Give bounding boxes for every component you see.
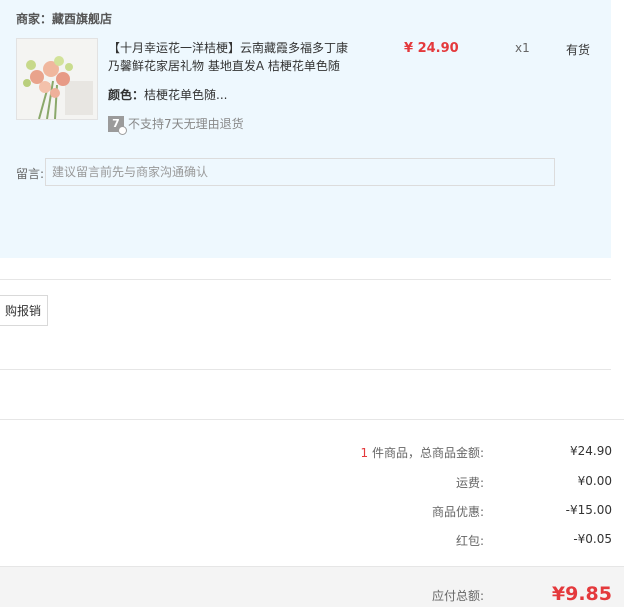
goods-total-label: 1 件商品，总商品金额:	[361, 444, 485, 461]
divider-1	[0, 279, 611, 280]
product-title[interactable]: 【十月幸运花一洋桔梗】云南藏霞多福多丁康乃馨鲜花家居礼物 基地直发A 桔梗花单色…	[108, 39, 358, 75]
product-price: ¥ 24.90	[404, 41, 459, 56]
redpacket-row: 红包: -¥0.05	[312, 532, 612, 550]
product-spec: 颜色：桔梗花单色随...	[108, 86, 227, 103]
return-policy: 7 不支持7天无理由退货	[108, 115, 244, 135]
discount-row: 商品优惠: -¥15.00	[312, 503, 612, 521]
no-return-badge-icon	[118, 125, 127, 135]
product-thumbnail[interactable]	[16, 38, 98, 120]
flower-image-icon	[17, 39, 97, 119]
discount-label: 商品优惠:	[431, 505, 484, 519]
product-quantity: x1	[515, 41, 530, 55]
message-label: 留言:	[16, 167, 45, 181]
payable-label: 应付总额:	[431, 589, 484, 603]
divider-3	[0, 419, 624, 420]
spec-key: 颜色：	[108, 88, 145, 102]
stock-status: 有货	[566, 43, 591, 57]
divider-2	[0, 369, 611, 370]
shipping-value: ¥0.00	[577, 474, 612, 488]
return-policy-text: 不支持7天无理由退货	[128, 117, 244, 131]
message-input[interactable]	[45, 158, 555, 186]
goods-total-value: ¥24.90	[570, 444, 612, 458]
order-panel: 商家：藏酉旗舰店 【十月幸运花一洋桔梗】云南藏霞多福多丁康乃馨鲜花家居礼物 基地…	[0, 0, 611, 258]
payable-value: ¥9.85	[551, 583, 612, 605]
item-count-suffix: 件商品，总商品金额:	[368, 446, 484, 460]
spec-value: 桔梗花单色随...	[144, 88, 228, 102]
redpacket-label: 红包:	[455, 534, 484, 548]
shipping-row: 运费: ¥0.00	[312, 474, 612, 492]
goods-total-row: 1 件商品，总商品金额: ¥24.90	[312, 444, 613, 462]
payable-total-bar: 应付总额: ¥9.85	[0, 566, 624, 607]
discount-value: -¥15.00	[565, 503, 612, 517]
shipping-label: 运费:	[455, 476, 484, 490]
item-count: 1	[360, 446, 369, 460]
redpacket-value: -¥0.05	[573, 532, 612, 546]
no-return-icon: 7	[108, 115, 127, 135]
reimburse-button[interactable]: 购报销	[0, 295, 48, 326]
merchant-name[interactable]: 商家：藏酉旗舰店	[16, 10, 112, 27]
